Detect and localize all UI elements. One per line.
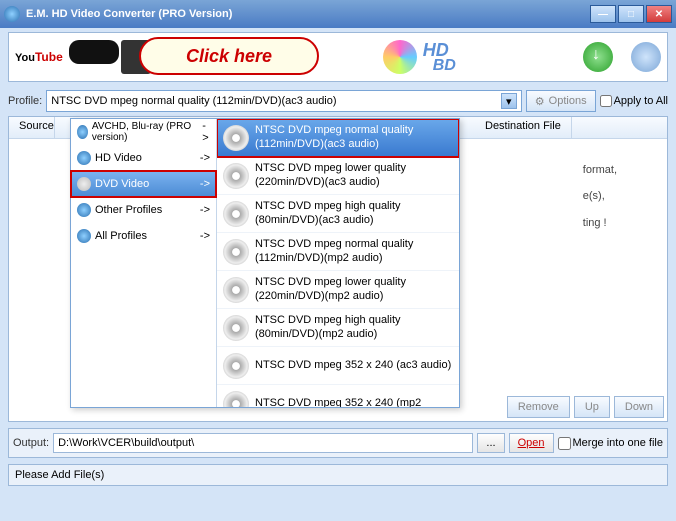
merge-checkbox[interactable]: Merge into one file xyxy=(558,437,664,450)
profile-item-label: NTSC DVD mpeg normal quality (112min/DVD… xyxy=(255,238,453,264)
category-label: Other Profiles xyxy=(95,204,162,216)
youtube-logo: YouTube xyxy=(15,50,63,64)
status-bar: Please Add File(s) xyxy=(8,464,668,486)
window-title: E.M. HD Video Converter (PRO Version) xyxy=(26,8,232,20)
chevron-down-icon[interactable]: ▾ xyxy=(501,93,517,109)
disc-icon xyxy=(223,391,249,408)
profile-item-label: NTSC DVD mpeg 352 x 240 (mp2 xyxy=(255,397,421,407)
status-text: Please Add File(s) xyxy=(15,469,104,481)
titlebar: E.M. HD Video Converter (PRO Version) — … xyxy=(0,0,676,28)
profile-item[interactable]: NTSC DVD mpeg normal quality (112min/DVD… xyxy=(217,119,459,157)
category-item[interactable]: All Profiles -> xyxy=(71,223,216,249)
app-icon xyxy=(4,6,20,22)
disc-icon xyxy=(223,163,249,189)
category-item[interactable]: DVD Video -> xyxy=(71,171,216,197)
profile-item-list[interactable]: NTSC DVD mpeg normal quality (112min/DVD… xyxy=(217,119,459,407)
disc-icon xyxy=(223,353,249,379)
down-button[interactable]: Down xyxy=(614,396,664,418)
profile-item-label: NTSC DVD mpeg high quality (80min/DVD)(m… xyxy=(255,314,453,340)
profile-dropdown: AVCHD, Blu-ray (PRO version)->HD Video->… xyxy=(70,118,460,408)
col-dest[interactable]: Destination File xyxy=(475,117,572,138)
annotation-bubble: Click here xyxy=(139,37,319,75)
hdbd-logo: HD BD xyxy=(417,40,456,75)
profile-item-label: NTSC DVD mpeg high quality (80min/DVD)(a… xyxy=(255,200,453,226)
arrow-icon: -> xyxy=(202,120,210,144)
disc-icon xyxy=(223,125,249,151)
remove-button[interactable]: Remove xyxy=(507,396,570,418)
disc-icon xyxy=(223,201,249,227)
profile-item-label: NTSC DVD mpeg lower quality (220min/DVD)… xyxy=(255,276,453,302)
banner: YouTube Click here HD BD xyxy=(8,32,668,82)
arrow-icon: -> xyxy=(200,152,210,164)
category-item[interactable]: AVCHD, Blu-ray (PRO version)-> xyxy=(71,119,216,145)
disc-icon xyxy=(223,277,249,303)
arrow-icon: -> xyxy=(200,230,210,242)
apply-all-input[interactable] xyxy=(600,95,612,107)
profile-item[interactable]: NTSC DVD mpeg lower quality (220min/DVD)… xyxy=(217,271,459,309)
maximize-button[interactable]: □ xyxy=(618,5,644,23)
apply-all-checkbox[interactable]: Apply to All xyxy=(600,95,668,107)
profile-item[interactable]: NTSC DVD mpeg high quality (80min/DVD)(a… xyxy=(217,195,459,233)
list-actions: Remove Up Down xyxy=(503,392,668,422)
window-buttons: — □ ✕ xyxy=(590,5,672,23)
disc-icon xyxy=(383,40,417,74)
disc-icon xyxy=(223,315,249,341)
category-item[interactable]: HD Video -> xyxy=(71,145,216,171)
profile-item[interactable]: NTSC DVD mpeg high quality (80min/DVD)(m… xyxy=(217,309,459,347)
profile-selected: NTSC DVD mpeg normal quality (112min/DVD… xyxy=(51,95,336,107)
category-label: All Profiles xyxy=(95,230,147,242)
profile-row: Profile: NTSC DVD mpeg normal quality (1… xyxy=(8,90,668,112)
profile-item[interactable]: NTSC DVD mpeg normal quality (112min/DVD… xyxy=(217,233,459,271)
folder-icon xyxy=(77,177,91,191)
profile-item-label: NTSC DVD mpeg 352 x 240 (ac3 audio) xyxy=(255,359,451,372)
category-label: HD Video xyxy=(95,152,142,164)
gear-icon: ⚙ xyxy=(535,95,545,108)
category-list: AVCHD, Blu-ray (PRO version)->HD Video->… xyxy=(71,119,217,407)
output-path-input[interactable] xyxy=(53,433,473,453)
profile-combo[interactable]: NTSC DVD mpeg normal quality (112min/DVD… xyxy=(46,90,522,112)
profile-item[interactable]: NTSC DVD mpeg lower quality (220min/DVD)… xyxy=(217,157,459,195)
settings-button[interactable] xyxy=(631,42,661,72)
category-label: AVCHD, Blu-ray (PRO version) xyxy=(92,121,198,143)
arrow-icon: -> xyxy=(200,178,210,190)
profile-item-label: NTSC DVD mpeg normal quality (112min/DVD… xyxy=(255,124,453,150)
download-button[interactable] xyxy=(583,42,613,72)
profile-item[interactable]: NTSC DVD mpeg 352 x 240 (ac3 audio) xyxy=(217,347,459,385)
minimize-button[interactable]: — xyxy=(590,5,616,23)
profile-item-label: NTSC DVD mpeg lower quality (220min/DVD)… xyxy=(255,162,453,188)
close-button[interactable]: ✕ xyxy=(646,5,672,23)
folder-icon xyxy=(77,229,91,243)
disc-icon xyxy=(223,239,249,265)
hint-text: format, e(s), ting ! xyxy=(583,157,617,236)
category-label: DVD Video xyxy=(95,178,149,190)
output-label: Output: xyxy=(13,437,49,449)
profile-label: Profile: xyxy=(8,95,42,107)
category-item[interactable]: Other Profiles -> xyxy=(71,197,216,223)
up-button[interactable]: Up xyxy=(574,396,610,418)
psp-icon xyxy=(69,40,119,64)
options-button[interactable]: ⚙ Options xyxy=(526,90,596,112)
open-button[interactable]: Open xyxy=(509,433,554,453)
merge-input[interactable] xyxy=(558,437,571,450)
folder-icon xyxy=(77,203,91,217)
output-row: Output: ... Open Merge into one file xyxy=(8,428,668,458)
col-source[interactable]: Source xyxy=(9,117,55,138)
profile-item[interactable]: NTSC DVD mpeg 352 x 240 (mp2 xyxy=(217,385,459,407)
arrow-icon: -> xyxy=(200,204,210,216)
browse-button[interactable]: ... xyxy=(477,433,504,453)
folder-icon xyxy=(77,151,91,165)
folder-icon xyxy=(77,125,88,139)
